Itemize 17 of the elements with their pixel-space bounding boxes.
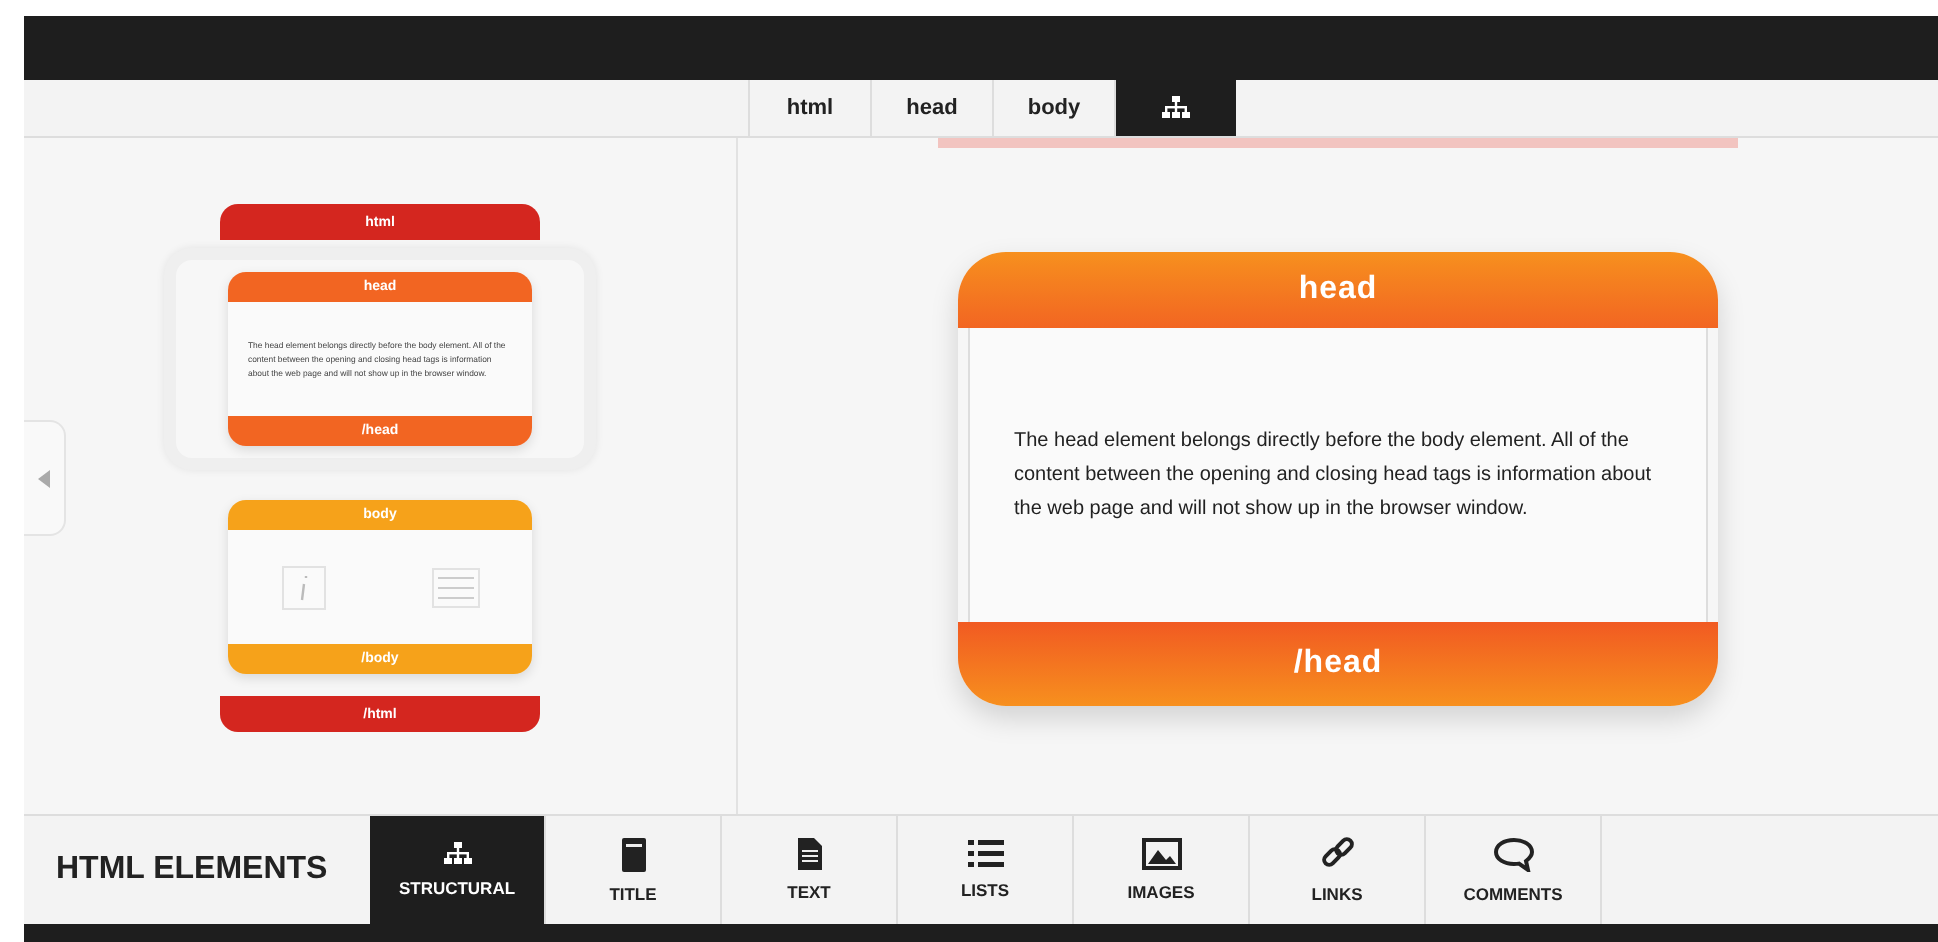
- image-icon: [1141, 838, 1181, 870]
- description-text: The head element belongs directly before the body element. All of the content between the opening and closing head tags is information about the web page and will not show up in the browser window.: [1014, 428, 1654, 524]
- card-footer: /head: [958, 622, 1718, 706]
- caret-left-icon: [38, 469, 50, 487]
- sitemap-icon: [443, 842, 471, 866]
- section-title: HTML ELEMENTS: [54, 850, 330, 890]
- tab[interactable]: [1114, 80, 1236, 136]
- card-header: head: [958, 252, 1718, 328]
- italic-icon: [281, 565, 325, 609]
- speech-bubble-icon: [1493, 837, 1533, 871]
- sitemap-icon: [1162, 96, 1190, 120]
- paragraph-icon: [431, 567, 479, 607]
- list-icon: [967, 840, 1003, 868]
- document-icon: [621, 837, 645, 871]
- page-icon: [797, 838, 821, 870]
- category-tab[interactable]: STRUCTURAL: [370, 816, 546, 924]
- link-icon: [1319, 836, 1355, 872]
